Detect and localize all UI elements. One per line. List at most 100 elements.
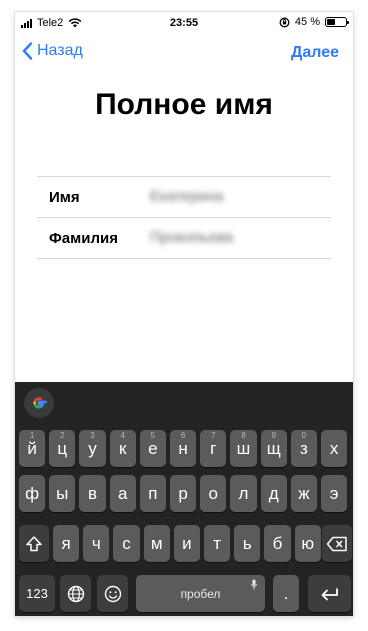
battery-icon (325, 17, 349, 27)
key-у[interactable]: у3 (79, 430, 106, 467)
key-к[interactable]: к4 (109, 430, 136, 467)
key-р[interactable]: р (170, 475, 197, 512)
key-у-label: у (88, 438, 97, 458)
key-л[interactable]: л (230, 475, 257, 512)
emoji-icon (104, 585, 122, 603)
shift-key[interactable] (19, 525, 49, 562)
key-и-label: и (182, 533, 192, 553)
google-button[interactable] (24, 388, 54, 418)
backspace-key[interactable] (322, 525, 352, 562)
key-р-label: р (178, 483, 188, 503)
first-name-field[interactable]: Екатерина (150, 188, 223, 205)
key-и[interactable]: и (173, 525, 200, 562)
key-ы[interactable]: ы (49, 475, 76, 512)
shift-icon (25, 535, 43, 553)
key-я[interactable]: я (53, 525, 80, 562)
key-е[interactable]: е5 (139, 430, 166, 467)
last-name-row[interactable]: Фамилия Прокопьева (37, 217, 331, 259)
key-hint: 7 (211, 431, 216, 440)
key-ю[interactable]: ю (294, 525, 321, 562)
key-й-label: й (27, 438, 37, 458)
last-name-field[interactable]: Прокопьева (150, 229, 233, 246)
keyboard: й1ц2у3к4е5н6г7ш8щ9з0хфывапролджэячсмитьб… (15, 382, 353, 616)
orientation-lock-icon (279, 17, 290, 27)
key-г-label: г (210, 438, 217, 458)
key-й[interactable]: й1 (19, 430, 46, 467)
key-ю-label: ю (301, 533, 315, 553)
back-button[interactable]: Назад (22, 42, 83, 60)
key-hint: 6 (180, 431, 186, 440)
key-ф-label: ф (25, 483, 40, 503)
key-в[interactable]: в (79, 475, 106, 512)
next-button[interactable]: Далее (291, 44, 339, 62)
key-ц-label: ц (57, 438, 68, 458)
first-name-row[interactable]: Имя Екатерина (37, 176, 331, 217)
key-м[interactable]: м (143, 525, 170, 562)
key-ц[interactable]: ц2 (49, 430, 76, 467)
key-н-label: н (178, 438, 188, 458)
numbers-key[interactable]: 123 (19, 575, 55, 612)
key-а-label: а (117, 483, 128, 503)
key-ь-label: ь (242, 533, 252, 553)
key-ы-label: ы (56, 483, 69, 503)
back-label: Назад (37, 42, 83, 59)
status-bar: Tele2 23:55 45 % (15, 12, 353, 34)
key-б-label: б (272, 533, 283, 553)
last-name-label: Фамилия (49, 230, 118, 247)
key-hint: 5 (150, 431, 156, 440)
key-з-label: з (299, 438, 308, 458)
key-д[interactable]: д (260, 475, 287, 512)
key-ж[interactable]: ж (290, 475, 317, 512)
key-hint: 0 (301, 431, 307, 440)
key-щ-label: щ (266, 438, 281, 458)
key-т[interactable]: т (204, 525, 231, 562)
key-е-label: е (148, 438, 158, 458)
return-key[interactable] (308, 575, 351, 612)
battery-percent: 45 % (294, 16, 320, 28)
google-icon (33, 397, 47, 409)
key-я-label: я (61, 533, 71, 553)
key-ш[interactable]: ш8 (230, 430, 257, 467)
key-с[interactable]: с (113, 525, 140, 562)
key-ш-label: ш (236, 438, 251, 458)
space-key[interactable]: пробел (136, 575, 265, 612)
emoji-key[interactable] (97, 575, 128, 612)
period-key[interactable]: . (273, 575, 299, 612)
globe-key[interactable] (60, 575, 91, 612)
key-щ[interactable]: щ9 (260, 430, 287, 467)
key-п[interactable]: п (139, 475, 166, 512)
space-key-label: пробел (180, 586, 221, 601)
key-hint: 3 (90, 431, 95, 440)
key-а[interactable]: а (109, 475, 136, 512)
key-о-label: о (208, 483, 219, 503)
key-б[interactable]: б (264, 525, 291, 562)
key-hint: 1 (29, 431, 35, 440)
key-м-label: м (150, 533, 163, 553)
key-п-label: п (148, 483, 158, 503)
key-в-label: в (87, 483, 97, 503)
return-icon (320, 587, 340, 601)
key-г[interactable]: г7 (200, 430, 227, 467)
phone-screen: Tele2 23:55 45 % Назад Далее Полное имя (15, 12, 353, 616)
key-к-label: к (118, 438, 127, 458)
key-ч[interactable]: ч (83, 525, 110, 562)
key-hint: 8 (241, 431, 246, 440)
key-ь[interactable]: ь (234, 525, 261, 562)
name-form: Имя Екатерина Фамилия Прокопьева (37, 176, 331, 259)
key-ч-label: ч (91, 533, 101, 553)
key-ф[interactable]: ф (19, 475, 46, 512)
key-х[interactable]: х (321, 430, 348, 467)
first-name-label: Имя (49, 189, 80, 206)
key-hint: 4 (120, 431, 125, 440)
key-hint: 9 (271, 431, 276, 440)
key-э[interactable]: э (321, 475, 348, 512)
key-о[interactable]: о (200, 475, 227, 512)
key-д-label: д (268, 483, 279, 503)
key-х-label: х (329, 438, 339, 458)
key-ж-label: ж (298, 483, 310, 503)
key-н[interactable]: н6 (170, 430, 197, 467)
key-з[interactable]: з0 (290, 430, 317, 467)
page-title: Полное имя (95, 88, 273, 121)
key-с-label: с (122, 533, 131, 553)
globe-icon (67, 585, 85, 603)
